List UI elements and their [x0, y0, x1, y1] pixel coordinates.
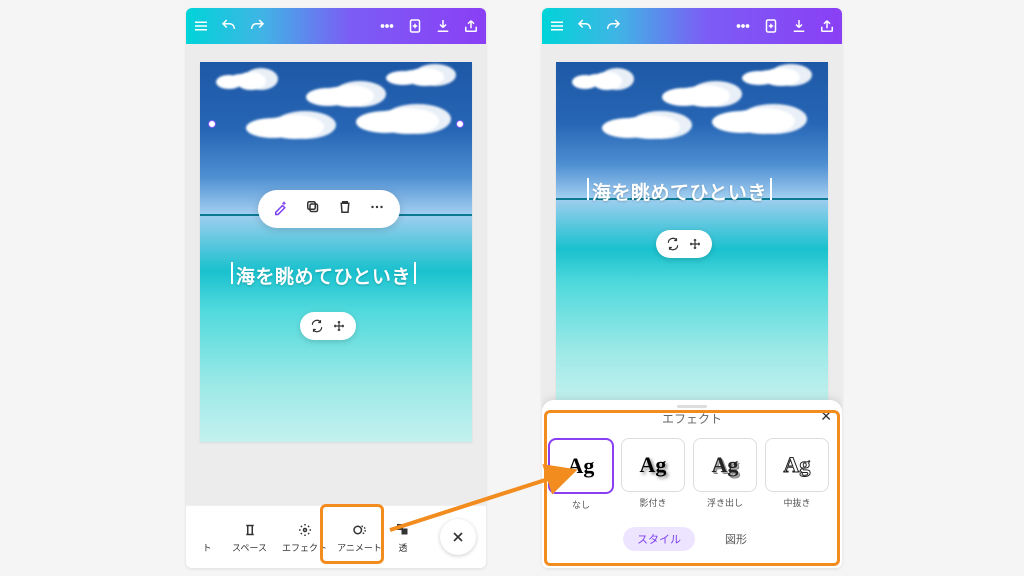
- rotate-icon: [310, 319, 324, 333]
- move-icon: [332, 319, 346, 333]
- background-image: [200, 62, 472, 442]
- share-icon[interactable]: [818, 17, 836, 35]
- download-icon[interactable]: [434, 17, 452, 35]
- transform-pill[interactable]: [300, 312, 356, 340]
- tab-style[interactable]: スタイル: [623, 527, 695, 551]
- effect-emboss[interactable]: Ag 浮き出し: [694, 438, 756, 511]
- move-icon: [688, 237, 702, 251]
- magic-edit-icon[interactable]: [272, 198, 290, 221]
- sheet-title: エフェクト: [662, 410, 722, 427]
- add-page-icon[interactable]: [406, 17, 424, 35]
- add-page-icon[interactable]: [762, 17, 780, 35]
- app-topbar: [542, 8, 842, 44]
- toolbar-item-transparency[interactable]: 透: [387, 521, 419, 554]
- phone-left: 海を眺めてひといき ト スペース エフェクト アニメート: [186, 8, 486, 568]
- context-toolbar: [258, 190, 400, 228]
- undo-icon[interactable]: [576, 17, 594, 35]
- toolbar-more-icon[interactable]: [368, 198, 386, 221]
- toolbar-item-animate[interactable]: アニメート: [332, 521, 387, 554]
- menu-icon[interactable]: [192, 17, 210, 35]
- more-icon[interactable]: [734, 17, 752, 35]
- sheet-tabs: スタイル 図形: [542, 519, 842, 563]
- toolbar-item-spacing[interactable]: スペース: [222, 521, 277, 554]
- undo-icon[interactable]: [220, 17, 238, 35]
- canvas-area[interactable]: 海を眺めてひといき: [186, 44, 486, 532]
- menu-icon[interactable]: [548, 17, 566, 35]
- more-icon[interactable]: [378, 17, 396, 35]
- effect-none[interactable]: Ag なし: [550, 438, 612, 511]
- close-toolbar-button[interactable]: [440, 519, 476, 555]
- canvas-area[interactable]: 海を眺めてひといき: [542, 44, 842, 442]
- effect-outline[interactable]: Ag 中抜き: [766, 438, 828, 511]
- app-topbar: [186, 8, 486, 44]
- sheet-close-button[interactable]: ✕: [820, 408, 832, 425]
- tab-shape[interactable]: 図形: [711, 527, 761, 551]
- phone-right: 海を眺めてひといき エフェクト ✕ Ag なし Ag 影付き Ag 浮き出し: [542, 8, 842, 568]
- redo-icon[interactable]: [604, 17, 622, 35]
- toolbar-item-effects[interactable]: エフェクト: [277, 521, 332, 554]
- rotate-icon: [666, 237, 680, 251]
- duplicate-icon[interactable]: [304, 198, 322, 221]
- effect-shadow[interactable]: Ag 影付き: [622, 438, 684, 511]
- canvas-text[interactable]: 海を眺めてひといき: [592, 178, 767, 205]
- transform-pill[interactable]: [656, 230, 712, 258]
- toolbar-item-font[interactable]: ト: [192, 521, 222, 554]
- canvas-text[interactable]: 海を眺めてひといき: [236, 262, 411, 289]
- effect-options: Ag なし Ag 影付き Ag 浮き出し Ag 中抜き: [542, 428, 842, 519]
- delete-icon[interactable]: [336, 198, 354, 221]
- download-icon[interactable]: [790, 17, 808, 35]
- effects-sheet: エフェクト ✕ Ag なし Ag 影付き Ag 浮き出し Ag 中抜き スタイル…: [542, 400, 842, 568]
- redo-icon[interactable]: [248, 17, 266, 35]
- share-icon[interactable]: [462, 17, 480, 35]
- bottom-toolbar: ト スペース エフェクト アニメート 透: [186, 505, 486, 568]
